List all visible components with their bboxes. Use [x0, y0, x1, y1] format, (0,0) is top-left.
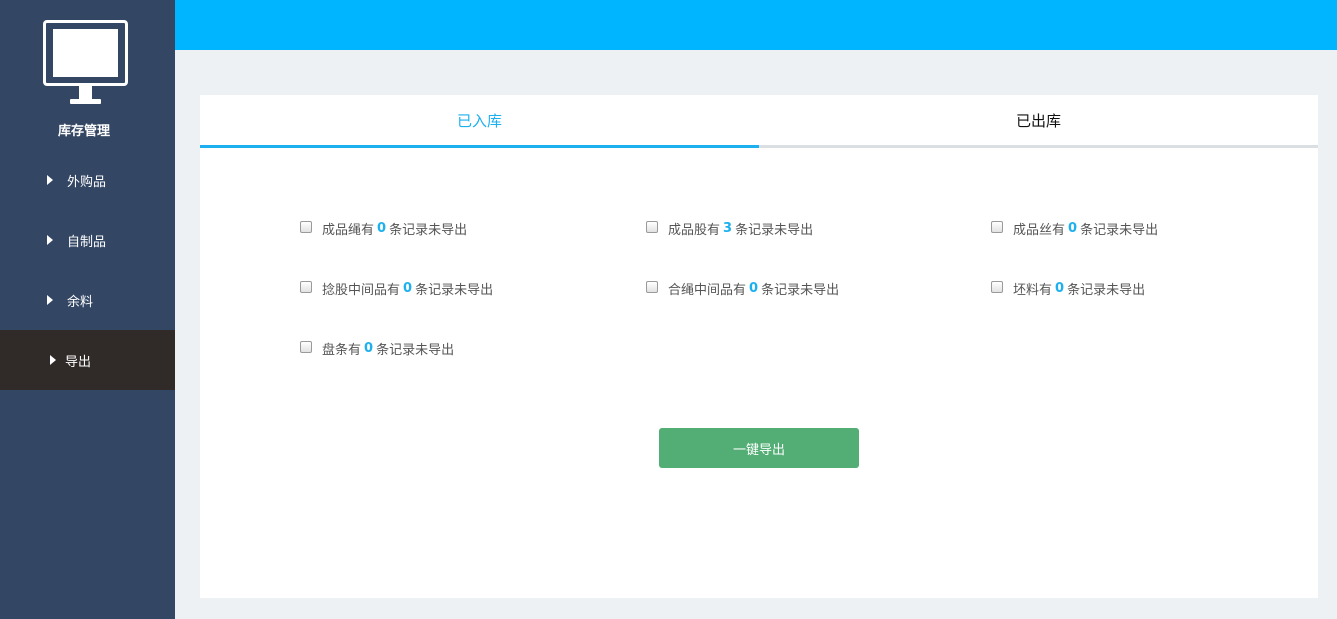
record-item: 成品丝有 0 条记录未导出	[991, 219, 1158, 238]
record-item: 捻股中间品有 0 条记录未导出	[300, 279, 493, 298]
triangle-right-icon	[47, 175, 53, 185]
monitor-base	[70, 99, 101, 104]
triangle-right-icon	[47, 235, 53, 245]
sidebar: 库存管理 外购品 自制品 余料 导出	[0, 0, 175, 619]
record-suffix: 条记录未导出	[1067, 283, 1146, 298]
sidebar-item-surplus[interactable]: 余料	[0, 270, 175, 330]
triangle-right-icon	[50, 355, 56, 365]
sidebar-item-self-made[interactable]: 自制品	[0, 210, 175, 270]
record-item: 坯料有 0 条记录未导出	[991, 279, 1145, 298]
record-suffix: 条记录未导出	[415, 283, 494, 298]
tab-stocked-out[interactable]: 已出库	[759, 95, 1318, 148]
triangle-right-icon	[47, 295, 53, 305]
sidebar-item-purchased[interactable]: 外购品	[0, 150, 175, 210]
record-name: 成品绳有	[322, 223, 375, 238]
sidebar-item-label: 导出	[65, 354, 92, 370]
record-count: 0	[377, 221, 387, 236]
record-item: 盘条有 0 条记录未导出	[300, 339, 454, 358]
sidebar-item-label: 自制品	[67, 234, 107, 250]
record-checkbox[interactable]	[300, 341, 312, 353]
app-title: 库存管理	[57, 124, 110, 139]
record-item: 合绳中间品有 0 条记录未导出	[646, 279, 839, 298]
sidebar-item-label: 余料	[67, 294, 94, 310]
sidebar-item-label: 外购品	[67, 174, 107, 190]
record-name: 盘条有	[322, 343, 362, 358]
record-count: 0	[1068, 221, 1078, 236]
record-count: 0	[1055, 281, 1065, 296]
record-suffix: 条记录未导出	[735, 223, 814, 238]
record-checkbox[interactable]	[991, 281, 1003, 293]
record-suffix: 条记录未导出	[389, 223, 468, 238]
monitor-stand	[79, 86, 92, 99]
export-all-button[interactable]: 一键导出	[659, 428, 859, 468]
record-count: 0	[364, 341, 374, 356]
record-name: 合绳中间品有	[668, 283, 747, 298]
record-name: 坯料有	[1013, 283, 1053, 298]
sidebar-item-export[interactable]: 导出	[0, 330, 175, 390]
monitor-icon	[43, 20, 128, 86]
record-name: 成品丝有	[1013, 223, 1066, 238]
record-suffix: 条记录未导出	[761, 283, 840, 298]
record-checkbox[interactable]	[991, 221, 1003, 233]
record-checkbox[interactable]	[300, 221, 312, 233]
record-item: 成品股有 3 条记录未导出	[646, 219, 813, 238]
record-count: 0	[403, 281, 413, 296]
top-bar	[175, 0, 1337, 50]
record-count: 3	[723, 221, 733, 236]
record-checkbox[interactable]	[646, 221, 658, 233]
record-count: 0	[749, 281, 759, 296]
record-suffix: 条记录未导出	[1080, 223, 1159, 238]
tab-stocked-in[interactable]: 已入库	[200, 95, 759, 148]
record-checkbox[interactable]	[646, 281, 658, 293]
tab-bar: 已入库 已出库	[200, 95, 1318, 148]
record-item: 成品绳有 0 条记录未导出	[300, 219, 467, 238]
record-name: 捻股中间品有	[322, 283, 401, 298]
main-panel: 已入库 已出库 成品绳有 0 条记录未导出 成品股有 3 条记录未导出 成品丝有…	[200, 95, 1318, 598]
record-suffix: 条记录未导出	[376, 343, 455, 358]
record-name: 成品股有	[668, 223, 721, 238]
record-checkbox[interactable]	[300, 281, 312, 293]
